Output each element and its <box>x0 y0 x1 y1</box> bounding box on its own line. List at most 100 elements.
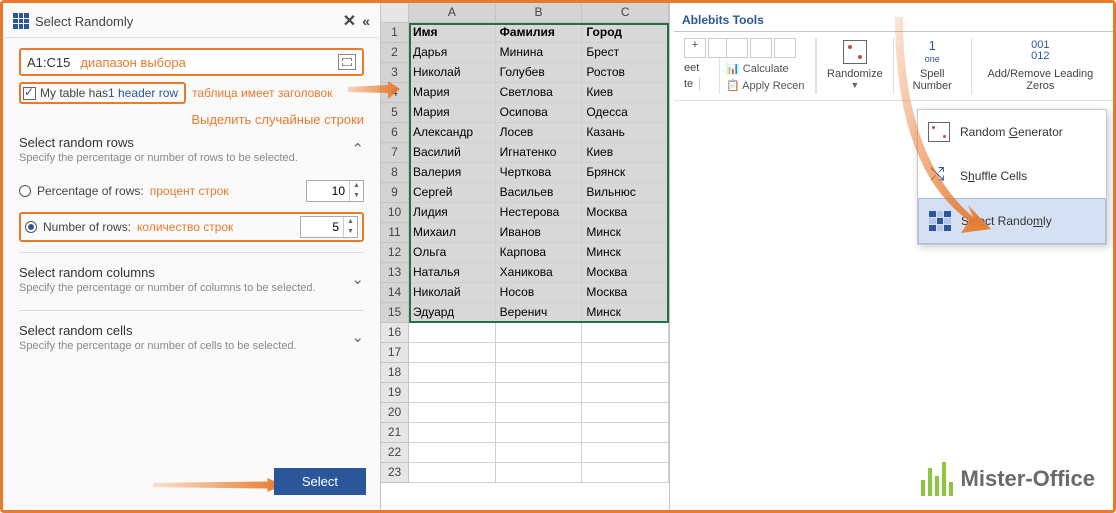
cell[interactable]: Карпова <box>496 243 583 263</box>
close-icon[interactable]: ✕ <box>337 11 362 31</box>
cell[interactable]: Вильнюс <box>582 183 669 203</box>
cell[interactable]: Минск <box>582 243 669 263</box>
row-header[interactable]: 19 <box>381 383 409 403</box>
cell[interactable]: Мария <box>409 83 496 103</box>
cell[interactable]: Эдуард <box>409 303 496 323</box>
cell[interactable]: Киев <box>582 143 669 163</box>
row-header[interactable]: 17 <box>381 343 409 363</box>
cell[interactable] <box>582 383 669 403</box>
spreadsheet[interactable]: ABC 1ИмяФамилияГород2ДарьяМининаБрест3Ни… <box>381 3 669 510</box>
cell[interactable]: Ростов <box>582 63 669 83</box>
row-header[interactable]: 23 <box>381 463 409 483</box>
row-header[interactable]: 2 <box>381 43 409 63</box>
chevron-down-icon[interactable] <box>351 328 364 346</box>
section-rows[interactable]: Select random rows Specify the percentag… <box>19 129 364 170</box>
cell[interactable] <box>582 423 669 443</box>
row-header[interactable]: 20 <box>381 403 409 423</box>
cell[interactable]: Москва <box>582 203 669 223</box>
row-header[interactable]: 1 <box>381 23 409 43</box>
select-all-corner[interactable] <box>381 3 409 22</box>
cell[interactable]: Лидия <box>409 203 496 223</box>
radio-icon[interactable] <box>25 221 37 233</box>
row-header[interactable]: 13 <box>381 263 409 283</box>
cell[interactable]: Нестерова <box>496 203 583 223</box>
apply-recent-button[interactable]: 📋 Apply Recen <box>726 79 805 92</box>
row-header[interactable]: 7 <box>381 143 409 163</box>
cell[interactable]: Веренич <box>496 303 583 323</box>
cell[interactable] <box>409 383 496 403</box>
cell[interactable]: Ольга <box>409 243 496 263</box>
row-header[interactable]: 22 <box>381 443 409 463</box>
row-header[interactable]: 16 <box>381 323 409 343</box>
cell[interactable] <box>582 343 669 363</box>
range-picker-icon[interactable] <box>338 54 356 70</box>
cell[interactable]: Валерия <box>409 163 496 183</box>
row-header[interactable]: 5 <box>381 103 409 123</box>
tab-ablebits[interactable]: Ablebits Tools <box>674 9 772 32</box>
cell[interactable]: Сергей <box>409 183 496 203</box>
row-header[interactable]: 12 <box>381 243 409 263</box>
chevron-up-icon[interactable] <box>351 140 364 158</box>
cell[interactable] <box>582 463 669 483</box>
cell[interactable]: Михаил <box>409 223 496 243</box>
cell[interactable] <box>582 363 669 383</box>
cell[interactable]: Светлова <box>496 83 583 103</box>
dd-random-generator[interactable]: Random Generator <box>918 110 1106 154</box>
cell[interactable]: Игнатенко <box>496 143 583 163</box>
dropdown-button[interactable] <box>726 38 748 58</box>
cell[interactable] <box>582 323 669 343</box>
cell[interactable] <box>409 423 496 443</box>
cell[interactable]: Брест <box>582 43 669 63</box>
cell[interactable]: Фамилия <box>496 23 583 43</box>
cell[interactable]: Минск <box>582 303 669 323</box>
cell[interactable]: Минск <box>582 223 669 243</box>
column-header[interactable]: B <box>496 3 583 22</box>
range-input[interactable]: A1:C15 диапазон выбора <box>19 48 364 76</box>
select-button[interactable]: Select <box>274 468 366 495</box>
cell[interactable]: Город <box>582 23 669 43</box>
cell[interactable]: Москва <box>582 283 669 303</box>
row-header[interactable]: 10 <box>381 203 409 223</box>
cell[interactable]: Черткова <box>496 163 583 183</box>
collapse-icon[interactable]: « <box>362 13 370 29</box>
cell[interactable]: Имя <box>409 23 496 43</box>
section-cells[interactable]: Select random cells Specify the percenta… <box>19 317 364 358</box>
cell[interactable] <box>409 323 496 343</box>
spell-number-button[interactable]: 1one Spell Number <box>893 38 971 94</box>
option-number[interactable]: Number of rows: количество строк ▲▼ <box>19 212 364 242</box>
row-header[interactable]: 21 <box>381 423 409 443</box>
randomize-button[interactable]: Randomize ▼ <box>816 38 893 94</box>
cell[interactable] <box>582 403 669 423</box>
cell[interactable] <box>409 463 496 483</box>
cell[interactable]: Наталья <box>409 263 496 283</box>
cell[interactable]: Брянск <box>582 163 669 183</box>
cell[interactable] <box>409 403 496 423</box>
cell[interactable]: Одесса <box>582 103 669 123</box>
cell[interactable] <box>496 463 583 483</box>
cell[interactable]: Мария <box>409 103 496 123</box>
row-header[interactable]: 15 <box>381 303 409 323</box>
row-header[interactable]: 8 <box>381 163 409 183</box>
cell[interactable]: Минина <box>496 43 583 63</box>
dropdown-button[interactable] <box>750 38 772 58</box>
cell[interactable]: Лосев <box>496 123 583 143</box>
cell[interactable]: Ханикова <box>496 263 583 283</box>
dd-select-randomly[interactable]: Select Randomly <box>918 198 1106 244</box>
cell[interactable]: Николай <box>409 63 496 83</box>
pct-spinner[interactable]: ▲▼ <box>306 180 364 202</box>
cell[interactable]: Москва <box>582 263 669 283</box>
cell[interactable]: Александр <box>409 123 496 143</box>
section-columns[interactable]: Select random columns Specify the percen… <box>19 259 364 300</box>
row-header[interactable]: 6 <box>381 123 409 143</box>
chevron-down-icon[interactable] <box>351 270 364 288</box>
cell[interactable]: Василий <box>409 143 496 163</box>
cell[interactable]: Казань <box>582 123 669 143</box>
row-header[interactable]: 9 <box>381 183 409 203</box>
cell[interactable] <box>496 443 583 463</box>
cell[interactable]: Осипова <box>496 103 583 123</box>
cell[interactable] <box>582 443 669 463</box>
header-row-link[interactable]: 1 header row <box>108 86 178 100</box>
num-spinner[interactable]: ▲▼ <box>300 216 358 238</box>
cell[interactable]: Голубев <box>496 63 583 83</box>
leading-zeros-button[interactable]: 001012 Add/Remove Leading Zeros <box>971 38 1109 94</box>
